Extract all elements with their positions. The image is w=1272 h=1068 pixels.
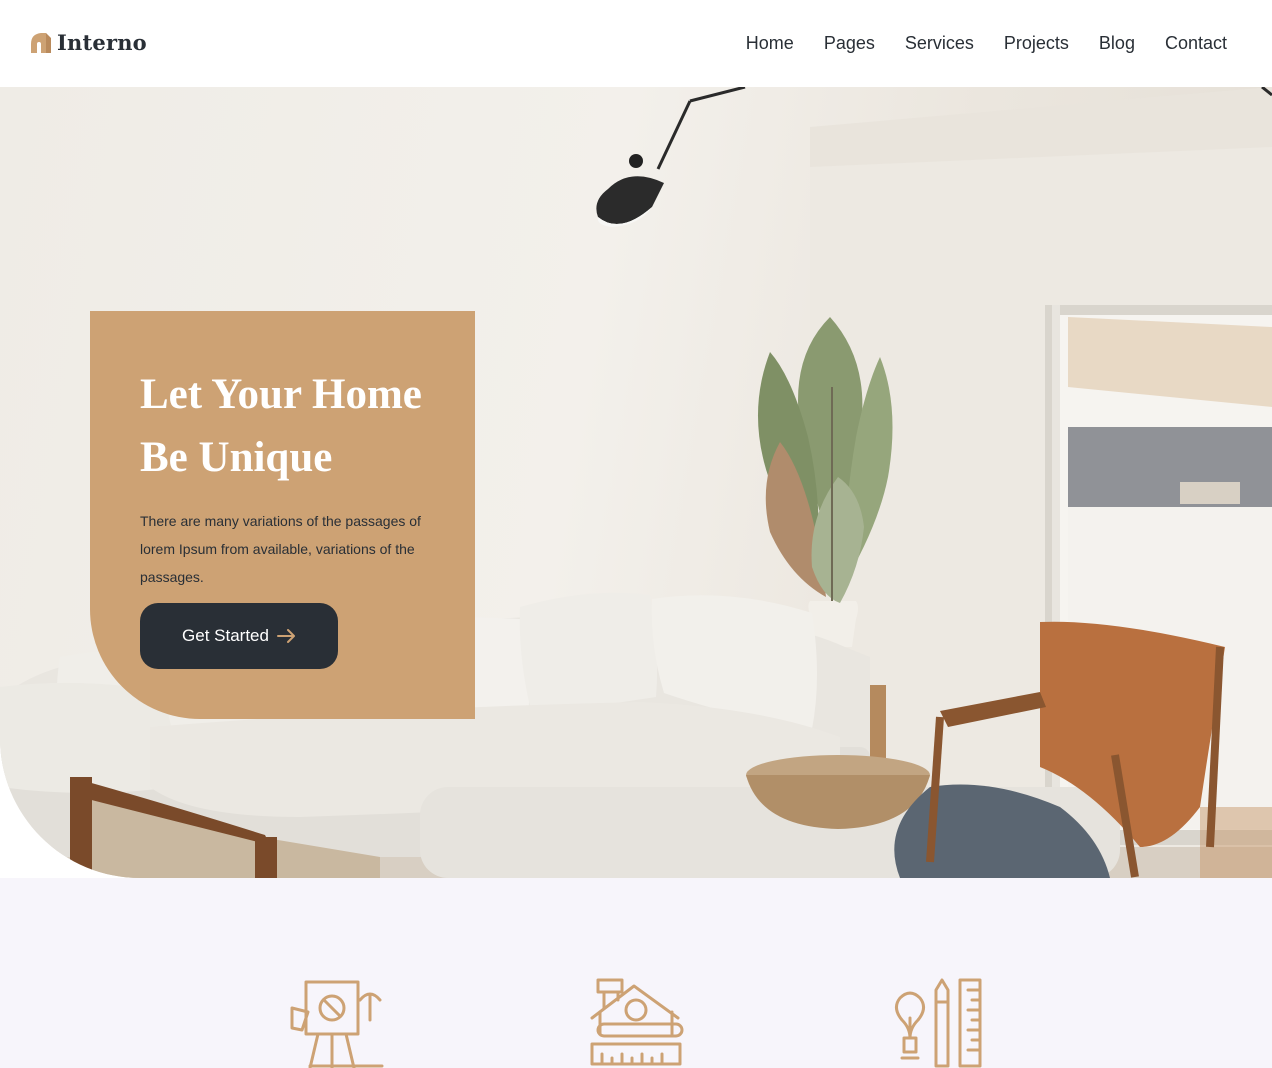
site-header: Interno Home Pages Services Projects Blo…: [0, 0, 1272, 87]
logo[interactable]: Interno: [30, 30, 147, 55]
main-nav: Home Pages Services Projects Blog Contac…: [716, 31, 1227, 55]
hero-title: Let Your Home Be Unique: [140, 363, 460, 489]
get-started-label: Get Started: [182, 626, 269, 645]
nav-services[interactable]: Services: [905, 31, 974, 55]
arrow-right-icon: [276, 629, 295, 643]
nav-pages[interactable]: Pages: [824, 31, 875, 55]
nav-contact[interactable]: Contact: [1165, 31, 1227, 55]
hero-section: Let Your Home Be Unique There are many v…: [0, 87, 1272, 878]
nav-projects[interactable]: Projects: [1004, 31, 1069, 55]
logo-house-icon: [31, 32, 51, 53]
hero-title-line-2: Be Unique: [140, 434, 333, 481]
hero-description: There are many variations of the passage…: [140, 513, 421, 585]
nav-home[interactable]: Home: [746, 31, 794, 55]
brand-name: Interno: [57, 30, 147, 55]
hero-card: Let Your Home Be Unique There are many v…: [90, 311, 475, 719]
design-easel-icon: [288, 978, 384, 1068]
hero-title-line-1: Let Your Home: [140, 371, 422, 418]
services-section: [0, 878, 1272, 1068]
get-started-button[interactable]: Get Started: [140, 603, 338, 669]
idea-tools-icon: [888, 978, 984, 1068]
nav-blog[interactable]: Blog: [1099, 31, 1135, 55]
house-blueprint-icon: [588, 978, 684, 1068]
